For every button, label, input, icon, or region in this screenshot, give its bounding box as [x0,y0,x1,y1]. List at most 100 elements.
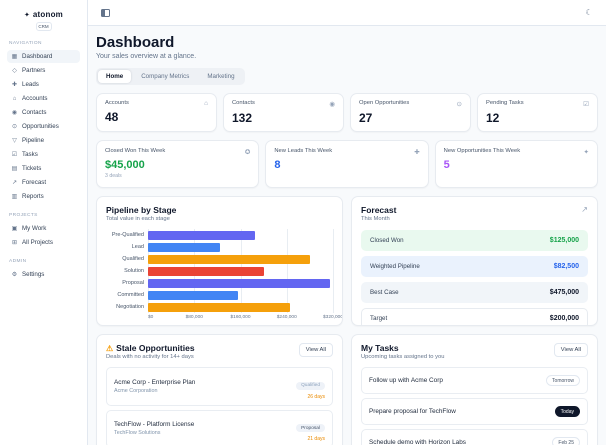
sidebar-item-label: Dashboard [22,53,53,60]
pipeline-bar-chart: Pre-Qualified Lead Qualified Solution Propos… [106,229,334,313]
sidebar-item-label: Tickets [22,165,42,172]
stale-view-all-button[interactable]: View All [298,343,333,357]
chart-gridline [333,277,334,289]
chart-tick-label: $160,000 [230,315,251,320]
task-row[interactable]: Follow up with Acme Corp Tomorrow [361,367,588,394]
chart-category-label: Qualified [122,256,144,262]
my-work-icon: ▣ [11,226,18,232]
bottom-row: ⚠ Stale Opportunities Deals with no activ… [96,334,598,445]
chart-row-negotiation: Negotiation [106,301,334,313]
chart-gridline [286,265,288,277]
sidebar-item-tickets[interactable]: ▤ Tickets [7,162,80,175]
chart-gridline [240,289,242,301]
highlight-label: New Leads This Week [274,148,333,154]
sidebar-item-leads[interactable]: ✚ Leads [7,78,80,91]
task-due-badge: Today [554,406,580,417]
forecast-row-value: $200,000 [549,315,579,322]
opportunity-company: TechFlow Solutions [114,430,161,437]
chart-gridline [240,241,242,253]
chart-bar-pre-qualified [148,230,255,240]
highlight-card-closed-won-this-week: Closed Won This Week ✪ $45,000 3 deals [96,140,260,188]
tab-marketing[interactable]: Marketing [199,70,242,83]
checklist-icon: ☑ [583,101,589,108]
chart-bar-negotiation [148,302,290,312]
sidebar-item-accounts[interactable]: ⌂ Accounts [7,92,80,105]
pipeline-by-stage-card: Pipeline by Stage Total value in each st… [96,196,343,326]
stat-value: 27 [359,111,373,125]
warning-icon: ⚠ [106,344,114,353]
opportunity-company: Acme Corporation [114,387,158,394]
sidebar-item-reports[interactable]: ▥ Reports [7,190,80,203]
pipeline-icon: ▽ [12,138,17,144]
content: Dashboard Your sales overview at a glanc… [88,26,606,445]
chart-category-label: Negotiation [116,304,144,310]
chart-bar-proposal [148,278,331,288]
sidebar: ✦ atonom CRM Navigation ▦ Dashboard ◇ Partne… [0,0,88,445]
stale-list: Acme Corp - Enterprise Plan Acme Corporat… [106,367,333,445]
stat-value: 132 [232,111,253,125]
people-icon: ◉ [329,101,335,108]
chart-category-label: Proposal [122,280,144,286]
theme-toggle-button[interactable]: ☾ [582,6,596,20]
stale-opportunity-row[interactable]: TechFlow - Platform License TechFlow Solu… [106,409,333,445]
forecast-row-closed-won: Closed Won $125,000 [361,230,588,251]
logo-badge: CRM [35,22,52,31]
accounts-icon: ⌂ [12,95,17,102]
sidebar-nav: Navigation ▦ Dashboard ◇ Partners ✚ Leads ⌂ Acco… [7,41,80,281]
chart-category-label: Committed [117,292,144,298]
app-root: ✦ atonom CRM Navigation ▦ Dashboard ◇ Partne… [0,0,606,445]
chart-row-solution: Solution [106,265,334,277]
top-bar: ☾ [88,0,606,26]
tab-bar: Home Company Metrics Marketing [96,68,245,85]
tasks-icon: ☑ [11,152,18,158]
chart-gridline [333,229,334,241]
sidebar-item-my-work[interactable]: ▣ My Work [7,222,80,235]
task-row[interactable]: Prepare proposal for TechFlow Today [361,398,588,425]
my-tasks-card: My Tasks Upcoming tasks assigned to you … [351,334,598,445]
stale-opportunities-card: ⚠ Stale Opportunities Deals with no activ… [96,334,343,445]
chart-category-label: Solution [124,268,144,274]
sidebar-toggle-button[interactable] [98,6,112,20]
chart-gridline [286,241,288,253]
logo-icon: ✦ [24,11,30,19]
sidebar-item-dashboard[interactable]: ▦ Dashboard [7,50,80,63]
logo-text: atonom [32,10,63,19]
forecast-row-weighted-pipeline: Weighted Pipeline $82,500 [361,256,588,277]
forecast-card: Forecast This Month ↗ Closed Won $125,000… [351,196,598,326]
tab-company-metrics[interactable]: Company Metrics [133,70,197,83]
sidebar-section-admin: Admin ⚙ Settings [7,259,80,281]
app-logo: ✦ atonom [7,10,80,19]
sidebar-item-settings[interactable]: ⚙ Settings [7,268,80,281]
chart-bar-qualified [148,254,310,264]
chart-gridline [333,289,334,301]
tab-home[interactable]: Home [98,70,132,83]
contacts-icon: ◉ [11,110,18,116]
reports-icon: ▥ [11,194,18,200]
sparkle-icon: ✦ [583,149,589,156]
opportunities-icon: ⊙ [11,124,18,130]
sidebar-item-tasks[interactable]: ☑ Tasks [7,148,80,161]
chart-subtitle: Total value in each stage [106,216,170,222]
sidebar-item-contacts[interactable]: ◉ Contacts [7,106,80,119]
stale-opportunity-row[interactable]: Acme Corp - Enterprise Plan Acme Corporat… [106,367,333,406]
stage-badge: Proposal [296,424,325,432]
chart-row-committed: Committed [106,289,334,301]
opportunity-name: Acme Corp - Enterprise Plan [114,378,196,386]
tasks-title: My Tasks [361,343,399,353]
forecast-row-label: Weighted Pipeline [370,263,420,270]
sidebar-item-forecast[interactable]: ↗ Forecast [7,176,80,189]
sidebar-item-label: All Projects [22,239,53,246]
tasks-view-all-button[interactable]: View All [553,343,588,357]
sidebar-item-opportunities[interactable]: ⊙ Opportunities [7,120,80,133]
chart-gridline [333,253,334,265]
task-due-badge: Feb 25 [552,437,580,445]
highlight-card-new-leads-this-week: New Leads This Week ✚ 8 [265,140,429,188]
tickets-icon: ▤ [11,166,18,172]
sidebar-item-all-projects[interactable]: ⊞ All Projects [7,236,80,249]
forecast-row-label: Target [370,315,388,322]
stat-label: Accounts [105,100,129,106]
task-row[interactable]: Schedule demo with Horizon Labs Feb 25 [361,429,588,445]
sidebar-item-label: Opportunities [22,123,59,130]
sidebar-item-partners[interactable]: ◇ Partners [7,64,80,77]
sidebar-item-pipeline[interactable]: ▽ Pipeline [7,134,80,147]
